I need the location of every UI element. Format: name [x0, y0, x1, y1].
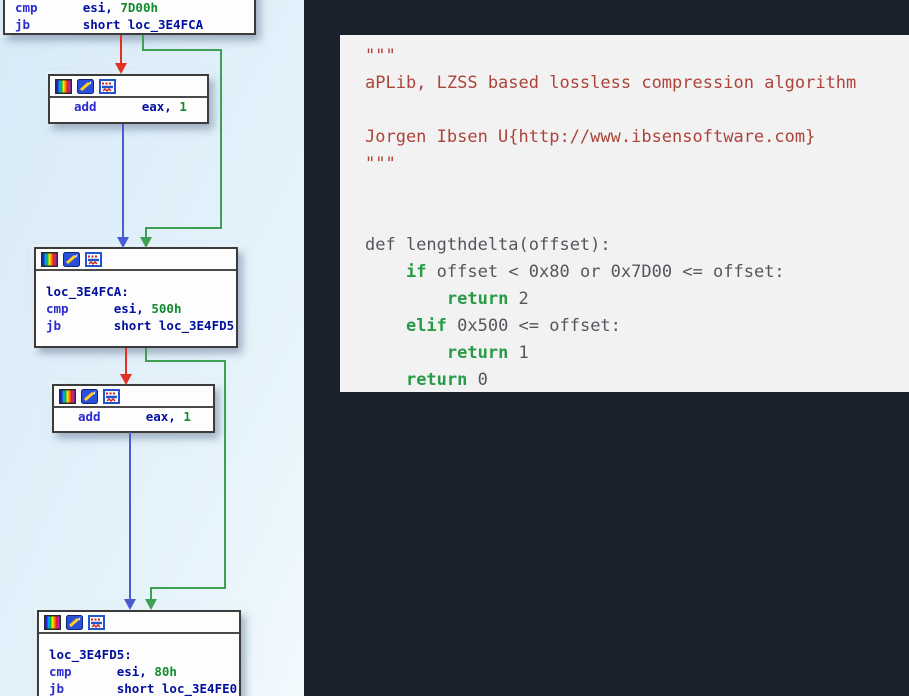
color-palette-icon[interactable] [41, 252, 58, 267]
edge-red-taken-2 [125, 348, 127, 375]
asm-line: cmp esi, 80h [49, 663, 233, 680]
edge-red-taken-1 [120, 35, 122, 65]
edit-icon[interactable] [77, 79, 94, 94]
edge-arrow-blue-2 [124, 599, 136, 610]
basic-block-add-eax-1-upper[interactable]: add eax, 1 [48, 74, 209, 124]
edge-green-2c [224, 360, 226, 589]
code-line [365, 97, 909, 124]
basic-block-code: add eax, 1 [54, 408, 213, 425]
code-line [365, 178, 909, 205]
code-line: """ [365, 151, 909, 178]
block-header [39, 612, 239, 634]
edit-icon[interactable] [66, 615, 83, 630]
edge-green-2d [150, 587, 226, 589]
edge-green-1d [145, 227, 222, 229]
edge-blue-1 [122, 124, 124, 238]
asm-line: jb short loc_3E4FD5 [46, 317, 230, 334]
asm-line: jb short loc_3E4FCA [15, 16, 248, 33]
group-icon[interactable] [99, 79, 116, 94]
basic-block-loc-3E4FD5[interactable]: loc_3E4FD5:cmp esi, 80hjb short loc_3E4F… [37, 610, 241, 696]
code-line: def lengthdelta(offset): [365, 232, 909, 259]
code-line: aPLib, LZSS based lossless compression a… [365, 70, 909, 97]
python-code-editor[interactable]: """aPLib, LZSS based lossless compressio… [340, 35, 909, 392]
edge-arrow-green-2 [145, 599, 157, 610]
edit-icon[interactable] [63, 252, 80, 267]
group-icon[interactable] [85, 252, 102, 267]
basic-block-add-eax-1-lower[interactable]: add eax, 1 [52, 384, 215, 433]
basic-block-code: loc_3E4FD5:cmp esi, 80hjb short loc_3E4F… [39, 634, 239, 696]
edge-blue-2 [129, 432, 131, 600]
block-header [36, 249, 236, 271]
group-icon[interactable] [88, 615, 105, 630]
code-line: """ [365, 43, 909, 70]
group-icon[interactable] [103, 389, 120, 404]
edge-green-2b [145, 360, 226, 362]
code-line: return 1 [365, 340, 909, 367]
code-line: elif 0x500 <= offset: [365, 313, 909, 340]
color-palette-icon[interactable] [44, 615, 61, 630]
edge-green-1b [142, 49, 222, 51]
asm-line: jb short loc_3E4FE0 [49, 680, 233, 696]
asm-line: cmp esi, 500h [46, 300, 230, 317]
color-palette-icon[interactable] [59, 389, 76, 404]
basic-block-code: add eax, 1 [50, 98, 207, 115]
basic-block-cmp-7D00h[interactable]: cmp esi, 7D00hjb short loc_3E4FCA [3, 0, 256, 35]
asm-line: cmp esi, 7D00h [15, 0, 248, 16]
code-line [365, 205, 909, 232]
asm-line: loc_3E4FCA: [46, 283, 230, 300]
block-header [54, 386, 213, 408]
edge-arrow-red-1 [115, 63, 127, 74]
disassembly-graph-pane[interactable]: cmp esi, 7D00hjb short loc_3E4FCA [0, 0, 304, 696]
asm-line: add eax, 1 [78, 408, 207, 425]
code-line: if offset < 0x80 or 0x7D00 <= offset: [365, 259, 909, 286]
basic-block-code: cmp esi, 7D00hjb short loc_3E4FCA [5, 0, 254, 33]
edge-arrow-green-1 [140, 237, 152, 248]
asm-line: add eax, 1 [74, 98, 201, 115]
basic-block-code: loc_3E4FCA:cmp esi, 500hjb short loc_3E4… [36, 271, 236, 334]
asm-line: loc_3E4FD5: [49, 646, 233, 663]
color-palette-icon[interactable] [55, 79, 72, 94]
edit-icon[interactable] [81, 389, 98, 404]
screen: cmp esi, 7D00hjb short loc_3E4FCA [0, 0, 909, 696]
edge-arrow-blue-1 [117, 237, 129, 248]
block-header [50, 76, 207, 98]
code-line: Jorgen Ibsen U{http://www.ibsensoftware.… [365, 124, 909, 151]
edge-arrow-red-2 [120, 374, 132, 385]
basic-block-loc-3E4FCA[interactable]: loc_3E4FCA:cmp esi, 500hjb short loc_3E4… [34, 247, 238, 348]
code-line: return 0 [365, 367, 909, 392]
source-code-panel: """aPLib, LZSS based lossless compressio… [304, 0, 909, 696]
code-line: return 2 [365, 286, 909, 313]
edge-green-1c [220, 49, 222, 229]
